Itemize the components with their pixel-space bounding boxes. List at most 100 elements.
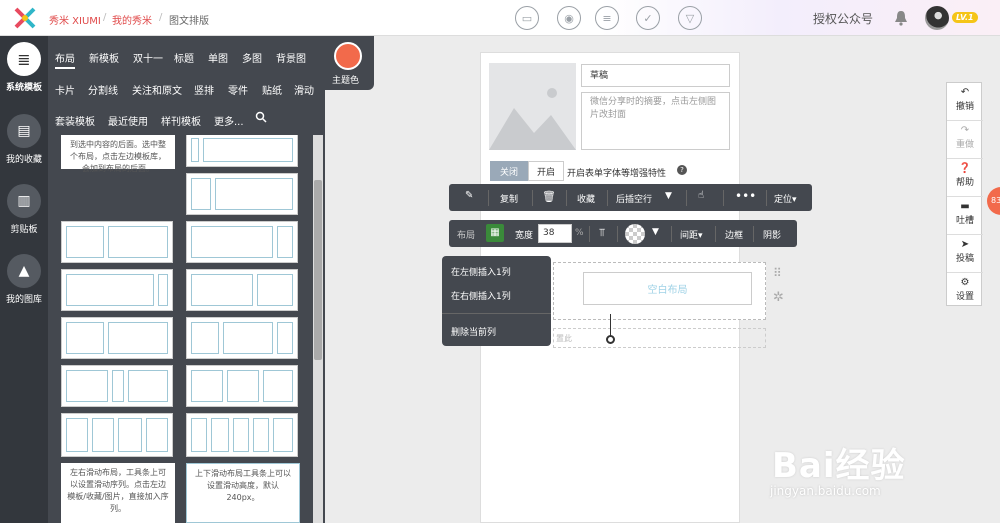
xiumi-logo[interactable] (13, 6, 37, 30)
nav-my-collection[interactable]: ▤ 我的收藏 (0, 114, 48, 165)
side-badge[interactable]: 83 (987, 187, 1000, 215)
check-icon[interactable]: ✓ (636, 6, 660, 30)
thumb-layout[interactable] (61, 317, 173, 359)
insert-column-left[interactable]: 在左侧插入1列 (451, 265, 511, 278)
dropdown-icon[interactable]: ▽ (678, 6, 702, 30)
thumb-layout[interactable] (186, 269, 298, 311)
bell-icon[interactable] (893, 10, 909, 26)
shadow-button[interactable]: 阴影 (763, 228, 781, 241)
thumb-layout[interactable] (61, 365, 173, 407)
drop-hint: 置此 (556, 334, 572, 343)
summary-textarea[interactable]: 微信分享时的摘要，点击左侧图片改封面 (581, 92, 730, 150)
tab-title[interactable]: 标题 (174, 50, 194, 65)
position-dropdown[interactable]: 定位▾ (774, 192, 797, 205)
thumb-vertical-scroll[interactable]: 上下滑动布局工具条上可以设置滑动高度，默认240px。 (186, 463, 300, 523)
tab-slide[interactable]: 滑动 (294, 82, 314, 97)
preview-icon[interactable]: ◉ (557, 6, 581, 30)
border-button[interactable]: 边框 (725, 228, 743, 241)
tab-suite-template[interactable]: 套装模板 (55, 113, 95, 128)
gear-icon[interactable]: ✲ (773, 290, 784, 305)
thumb-layout-hint[interactable]: 到选中内容的后面。选中整个布局，点击左边模板库，会加到布局的后面。 (61, 135, 175, 173)
settings-button[interactable]: ⚙ 设置 (947, 273, 983, 311)
undo-label: 撤销 (955, 102, 974, 112)
nav-label: 系统模板 (5, 83, 42, 93)
blank-layout-cell[interactable]: 空白布局 (583, 272, 752, 305)
tab-parts[interactable]: 零件 (228, 82, 248, 97)
thumb-layout[interactable] (186, 221, 298, 263)
breadcrumb-mine[interactable]: 我的秀米 (112, 12, 152, 27)
avatar[interactable] (925, 6, 949, 30)
thumb-horizontal-scroll[interactable]: 左右滑动布局，工具条上可以设置滑动序列。点击左边模板/收藏/图片，直接加入序列。 (61, 463, 175, 523)
authorize-account-link[interactable]: 授权公众号 (813, 10, 873, 27)
cover-image-placeholder[interactable] (489, 63, 576, 150)
insert-column-right[interactable]: 在右侧插入1列 (451, 289, 511, 302)
tab-double-eleven[interactable]: 双十一 (133, 50, 163, 65)
settings-icon: ⚙ (960, 277, 970, 288)
scrollbar-thumb[interactable] (314, 180, 322, 360)
tab-multi-image[interactable]: 多图 (242, 50, 262, 65)
anchor-handle[interactable] (606, 335, 615, 344)
thumb-layout[interactable] (186, 173, 298, 215)
more-icon[interactable]: ••• (735, 189, 756, 203)
tab-recent[interactable]: 最近使用 (108, 113, 148, 128)
align-top-icon[interactable]: ⫪ (599, 226, 605, 240)
tab-vertical[interactable]: 竖排 (194, 82, 214, 97)
tab-divider[interactable]: 分割线 (88, 82, 118, 97)
copy-button[interactable]: 复制 (500, 192, 518, 205)
toggle-off-button[interactable]: 关闭 (490, 161, 528, 181)
theme-color-label: 主题色 (332, 76, 360, 86)
delete-column[interactable]: 删除当前列 (451, 325, 496, 338)
search-icon[interactable] (255, 111, 267, 123)
tab-magazine-template[interactable]: 样刊模板 (161, 113, 201, 128)
help-button[interactable]: ❓ 帮助 (947, 159, 983, 197)
delete-icon[interactable]: 🗑 (542, 190, 556, 203)
nav-my-gallery[interactable]: ▲ 我的图库 (0, 254, 48, 305)
nav-system-templates[interactable]: ≣ 系统模板 (0, 42, 48, 93)
tab-sticker[interactable]: 贴纸 (262, 82, 282, 97)
left-nav: ≣ 系统模板 ▤ 我的收藏 ▥ 剪贴板 ▲ 我的图库 (0, 36, 48, 523)
thumb-layout[interactable] (61, 221, 173, 263)
help-icon[interactable]: ? (677, 165, 687, 175)
background-color-picker[interactable] (625, 224, 645, 244)
open-icon[interactable]: ▭ (515, 6, 539, 30)
feedback-button[interactable]: ▬ 吐槽 (947, 197, 983, 235)
submit-button[interactable]: ➤ 投稿 (947, 235, 983, 273)
insert-after-button[interactable]: 后插空行 (616, 192, 652, 205)
redo-button[interactable]: ↷ 重做 (947, 121, 983, 159)
tab-layout[interactable]: 布局 (55, 50, 75, 69)
save-icon[interactable]: ≡ (595, 6, 619, 30)
tab-new-template[interactable]: 新模板 (89, 50, 119, 65)
level-badge: LV.1 (952, 12, 978, 23)
undo-button[interactable]: ↶ 撤销 (947, 83, 983, 121)
collect-button[interactable]: 收藏 (577, 192, 595, 205)
help-label: 帮助 (955, 178, 974, 188)
nav-clipboard[interactable]: ▥ 剪贴板 (0, 184, 48, 235)
chevron-down-icon[interactable]: ▼ (665, 191, 672, 201)
tab-single-image[interactable]: 单图 (208, 50, 228, 65)
theme-color-button[interactable] (334, 42, 362, 70)
toggle-on-button[interactable]: 开启 (528, 161, 564, 181)
feedback-label: 吐槽 (955, 216, 974, 226)
pointer-icon[interactable]: ☝ (698, 190, 704, 201)
template-scrollbar[interactable] (313, 135, 323, 523)
title-input[interactable]: 草稿 (581, 64, 730, 87)
collection-icon: ▤ (7, 114, 41, 148)
columns-icon[interactable]: ▦ (486, 224, 504, 242)
thumb-layout[interactable] (186, 317, 298, 359)
chevron-down-icon[interactable]: ▼ (652, 227, 659, 237)
thumb-layout[interactable] (186, 365, 298, 407)
thumb-layout[interactable] (61, 269, 173, 311)
thumb-layout[interactable] (186, 413, 298, 457)
spacing-dropdown[interactable]: 间距▾ (680, 228, 703, 241)
tab-card[interactable]: 卡片 (55, 82, 75, 97)
width-input[interactable]: 38 (538, 224, 572, 243)
breadcrumb-home[interactable]: 秀米 XIUMI (49, 12, 101, 27)
tab-follow-original[interactable]: 关注和原文 (132, 82, 182, 97)
drag-handle-icon[interactable]: ⠿ (773, 266, 782, 280)
tab-more[interactable]: 更多... (214, 113, 244, 128)
pin-icon[interactable]: ✎ (465, 190, 473, 201)
thumb-layout[interactable] (61, 413, 173, 457)
drop-zone[interactable] (553, 328, 766, 348)
thumb-layout[interactable] (186, 135, 298, 167)
tab-background[interactable]: 背景图 (276, 50, 306, 65)
